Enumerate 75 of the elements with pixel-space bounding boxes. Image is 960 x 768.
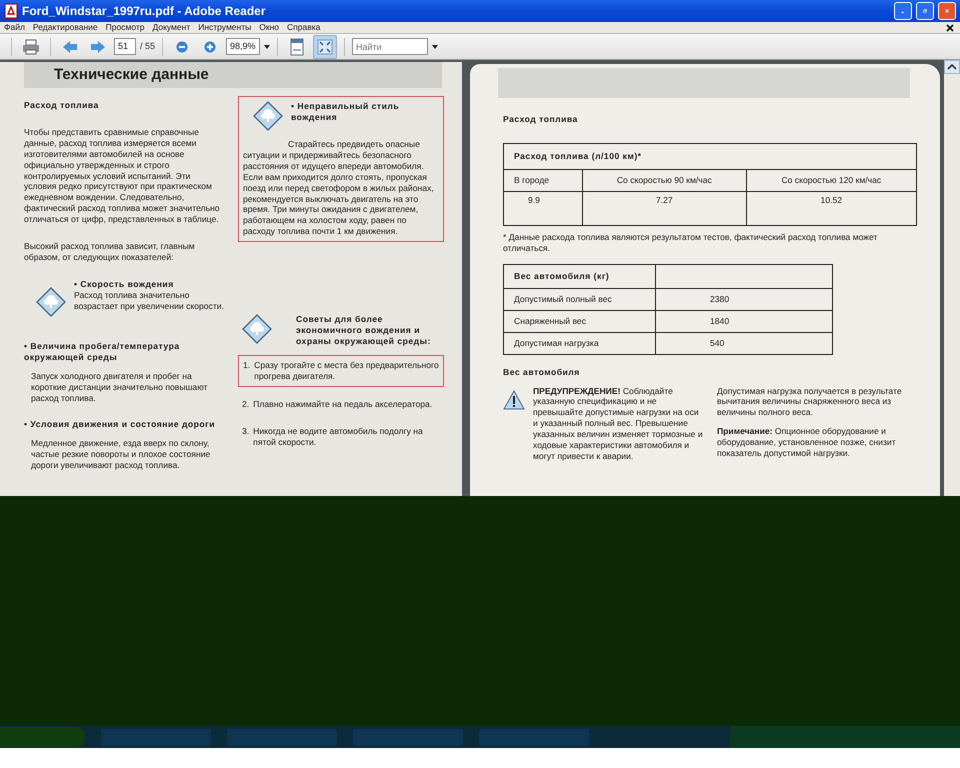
section-heading: Расход топлива xyxy=(503,114,579,125)
restore-button[interactable] xyxy=(916,2,934,20)
page-total: / 55 xyxy=(140,40,156,53)
paragraph: Примечание: Опционное оборудование и оборудование, установленное позже, снизит показатель допустимой нагрузки. xyxy=(717,426,897,459)
menu-item[interactable]: Редактирование xyxy=(28,21,102,34)
paragraph: Запуск холодного двигателя и пробег на короткие дистанции значительно повышают расход топлива. xyxy=(30,370,208,404)
dropdown-caret-icon[interactable] xyxy=(432,44,438,48)
scroll-up-icon[interactable] xyxy=(944,60,960,74)
table-header-cell: Со скоростью 90 км/час xyxy=(582,169,746,192)
zoom-field[interactable]: 98,9% xyxy=(226,38,260,55)
plus-circle-icon xyxy=(204,40,216,52)
pdf-file-icon xyxy=(4,3,18,19)
footnote: * Данные расхода топлива являются результатом тестов, фактический расход топлива может отличаться. xyxy=(503,232,878,254)
paragraph: Чтобы представить сравнимые справочные данные, расход топлива измеряется всеми изготовителями автомобилей на основе официально утвержденных и строго контролируемых условий испытаний. Эти условия редко присутствуют при практическом ежедневном вождении. Следовательно, фактический расход топлива может значительно отличаться от цифр, представленных в таблице. xyxy=(24,126,221,226)
table-header-cell: Со скоростью 120 км/час xyxy=(746,169,916,192)
table-cell: Допустимая нагрузка xyxy=(504,332,656,354)
list-item-text: Никогда не водите автомобиль подолгу на пятой скорости. xyxy=(253,426,424,448)
dropdown-caret-icon[interactable] xyxy=(264,44,270,48)
section-heading: Вес автомобиля xyxy=(503,366,581,378)
menu-item[interactable]: Документ xyxy=(148,21,194,34)
search-field[interactable]: Найти xyxy=(352,38,428,55)
table-cell: 540 xyxy=(656,332,832,354)
list-number: 2. xyxy=(242,398,250,410)
left-arrow-icon xyxy=(62,40,78,54)
close-icon[interactable] xyxy=(946,24,954,32)
table-cell: Допустимый полный вес xyxy=(504,288,656,310)
table-cell: 1840 xyxy=(656,310,832,332)
start-button[interactable] xyxy=(0,727,85,747)
bullet-heading: • Неправильный стиль вождения xyxy=(291,101,400,124)
close-button[interactable] xyxy=(938,2,956,20)
menu-item[interactable]: Просмотр xyxy=(102,21,148,34)
list-number: 1. xyxy=(243,360,250,372)
warning-text: ПРЕДУПРЕЖДЕНИЕ! Соблюдайте указанную спецификацию и не превышайте допустимые нагрузки на оси и указанный полный вес. Превышение указанных величин изменяет тормозные и ходовые характеристики автомобиля и могут привести к аварии. xyxy=(533,386,703,463)
menu-item[interactable]: Окно xyxy=(255,21,283,34)
diamond-icon xyxy=(36,286,66,317)
window-title: Ford_Windstar_1997ru.pdf - Adobe Reader xyxy=(22,3,266,20)
right-arrow-icon xyxy=(90,40,106,54)
table-header-cell: В городе xyxy=(504,169,583,192)
table-title: Вес автомобиля (кг) xyxy=(504,264,656,288)
menu-item[interactable]: Файл xyxy=(0,21,29,34)
bullet-heading: • Скорость вождения xyxy=(74,278,175,290)
table-cell: 2380 xyxy=(656,288,832,310)
minimize-button[interactable] xyxy=(894,2,912,20)
page-heading: Технические данные xyxy=(24,62,442,88)
warning-icon xyxy=(503,390,525,410)
table-cell: Снаряженный вес xyxy=(504,310,656,332)
paragraph: Расход топлива значительно возрастает при увеличении скорости. xyxy=(74,290,224,312)
table-title: Расход топлива (л/100 км)* xyxy=(504,143,916,170)
restore-icon xyxy=(923,6,927,16)
scrollbar[interactable] xyxy=(944,60,960,496)
diamond-icon xyxy=(242,314,272,344)
list-item-text: Сразу трогайте с места без предварительного прогрева двигателя. xyxy=(254,360,439,382)
bullet-heading: • Величина пробега/температура окружающей среды xyxy=(24,340,181,363)
paragraph: Высокий расход топлива зависит, главным образом, от следующих показателей: xyxy=(24,241,196,263)
page-number-field[interactable]: 51 xyxy=(114,38,136,55)
table-cell: 10.52 xyxy=(746,191,916,226)
list-number: 3. xyxy=(242,426,250,438)
menu-item[interactable]: Справка xyxy=(283,21,324,34)
list-item-text: Плавно нажимайте на педаль акселератора. xyxy=(253,398,432,410)
printer-icon xyxy=(22,38,40,54)
table-cell: 7.27 xyxy=(582,191,746,226)
section-heading: Расход топлива xyxy=(24,100,100,111)
full-window-button[interactable] xyxy=(313,34,338,58)
menu-item[interactable]: Инструменты xyxy=(194,21,256,34)
minus-circle-icon xyxy=(176,40,188,52)
paragraph: Старайтесь предвидеть опасные ситуации и придерживайтесь безопасного расстояния от идущего впереди автомобиля. Если вам приходится долго стоять, пропуская поезд или перед светофором в жилых районах, рекомендуется выключать двигатель на это время. Три минуты ожидания с двигателем, работающем на холостом ходу, равен по расходу топлива почти 1 км движения. xyxy=(243,139,435,238)
page-fit-icon xyxy=(290,38,304,56)
paragraph: Допустимая нагрузка получается в результате вычитания величины снаряженного веса из величины полного веса. xyxy=(717,386,903,418)
bullet-heading: • Условия движения и состояние дороги xyxy=(24,419,216,430)
expand-icon xyxy=(317,38,334,54)
close-icon xyxy=(945,6,949,16)
paragraph: Медленное движение, езда вверх по склону, частые резкие повороты и плохое состояние дороги увеличивают расход топлива. xyxy=(30,438,212,472)
diamond-icon xyxy=(253,101,283,131)
section-heading: Советы для более экономичного вождения и охраны окружающей среды: xyxy=(296,314,432,347)
table-cell: 9.9 xyxy=(504,191,583,226)
